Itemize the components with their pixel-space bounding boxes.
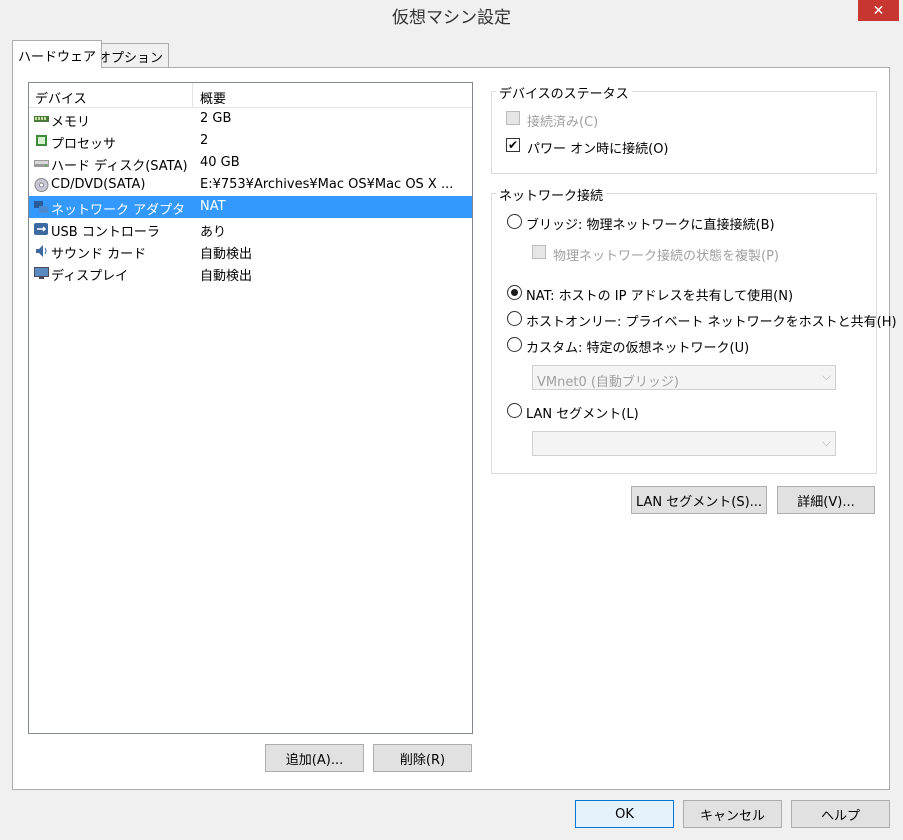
close-icon: ✕: [872, 2, 885, 19]
device-row-usb[interactable]: USB コントローラ あり: [29, 218, 472, 240]
custom-network-select[interactable]: VMnet0 (自動ブリッジ) ⌵: [532, 365, 836, 390]
display-icon: [34, 267, 49, 279]
device-summary: E:¥753¥Archives¥Mac OS¥Mac OS X ...: [200, 177, 454, 192]
bridge-radio[interactable]: [507, 214, 522, 229]
connect-at-power-on-label: パワー オン時に接続(O): [527, 142, 669, 157]
device-summary: 2 GB: [200, 111, 232, 126]
custom-network-value: VMnet0 (自動ブリッジ): [537, 375, 679, 390]
custom-label: カスタム: 特定の仮想ネットワーク(U): [526, 341, 750, 356]
device-list[interactable]: デバイス 概要 メモリ 2 GB プロセッサ 2 ハード ディスク(SATA) …: [28, 82, 473, 734]
nat-label: NAT: ホストの IP アドレスを共有して使用(N): [526, 289, 794, 304]
bridge-label: ブリッジ: 物理ネットワークに直接接続(B): [526, 218, 775, 233]
connected-label: 接続済み(C): [527, 115, 599, 130]
nat-radio[interactable]: [507, 285, 522, 300]
check-mark-icon: ✔: [507, 138, 519, 152]
connect-at-power-on-checkbox[interactable]: ✔: [506, 138, 520, 152]
device-summary: 自動検出: [200, 269, 253, 284]
connected-checkbox[interactable]: [506, 111, 520, 125]
host-only-label: ホストオンリー: プライベート ネットワークをホストと共有(H): [526, 315, 897, 330]
device-name: CD/DVD(SATA): [51, 177, 146, 192]
device-name: ディスプレイ: [51, 269, 129, 284]
memory-icon: [34, 116, 49, 122]
device-row-network-adapter[interactable]: ネットワーク アダプタ NAT: [29, 196, 472, 218]
network-connection-title: ネットワーク接続: [496, 185, 607, 204]
lan-segment-label: LAN セグメント(L): [526, 407, 639, 422]
device-summary: 40 GB: [200, 155, 240, 170]
device-name: ハード ディスク(SATA): [51, 159, 188, 174]
hard-disk-icon: [34, 160, 49, 167]
sound-card-icon: [36, 245, 47, 257]
help-button[interactable]: ヘルプ: [791, 800, 890, 828]
tab-hardware[interactable]: ハードウェア: [12, 40, 103, 68]
column-separator: [192, 83, 193, 108]
advanced-button[interactable]: 詳細(V)...: [777, 486, 875, 514]
usb-icon: [34, 223, 48, 235]
close-button[interactable]: ✕: [858, 0, 899, 21]
device-name: プロセッサ: [51, 137, 117, 152]
device-name: メモリ: [51, 115, 91, 130]
column-header-summary[interactable]: 概要: [200, 88, 226, 107]
lan-segment-select[interactable]: ⌵: [532, 431, 836, 456]
tab-options[interactable]: オプション: [92, 43, 170, 67]
device-summary: あり: [200, 225, 227, 240]
device-status-group: [491, 91, 877, 174]
window-title: 仮想マシン設定: [392, 8, 511, 28]
device-row-memory[interactable]: メモリ 2 GB: [29, 108, 472, 130]
device-name: サウンド カード: [51, 247, 147, 262]
device-row-processor[interactable]: プロセッサ 2: [29, 130, 472, 152]
custom-radio[interactable]: [507, 337, 522, 352]
device-summary: NAT: [200, 199, 226, 214]
device-list-header: デバイス 概要: [29, 83, 472, 108]
lan-segments-button[interactable]: LAN セグメント(S)...: [631, 486, 767, 514]
device-row-sound-card[interactable]: サウンド カード 自動検出: [29, 240, 472, 262]
chevron-down-icon: ⌵: [821, 435, 831, 449]
device-name: USB コントローラ: [51, 225, 160, 240]
device-summary: 2: [200, 133, 209, 148]
replicate-state-checkbox[interactable]: [532, 245, 546, 259]
cancel-button[interactable]: キャンセル: [683, 800, 782, 828]
lan-segment-radio[interactable]: [507, 403, 522, 418]
chevron-down-icon: ⌵: [821, 369, 831, 383]
replicate-state-label: 物理ネットワーク接続の状態を複製(P): [553, 249, 779, 264]
device-status-title: デバイスのステータス: [496, 83, 632, 102]
device-row-hard-disk[interactable]: ハード ディスク(SATA) 40 GB: [29, 152, 472, 174]
device-name: ネットワーク アダプタ: [51, 203, 186, 218]
title-bar: 仮想マシン設定 ✕: [0, 0, 903, 30]
column-header-device[interactable]: デバイス: [35, 88, 87, 107]
cd-dvd-icon: [34, 178, 49, 192]
processor-icon: [36, 135, 47, 146]
add-button[interactable]: 追加(A)...: [265, 744, 364, 772]
device-row-cd-dvd[interactable]: CD/DVD(SATA) E:¥753¥Archives¥Mac OS¥Mac …: [29, 174, 472, 196]
host-only-radio[interactable]: [507, 311, 522, 326]
hardware-panel: デバイス 概要 メモリ 2 GB プロセッサ 2 ハード ディスク(SATA) …: [12, 67, 897, 790]
device-summary: 自動検出: [200, 247, 253, 262]
ok-button[interactable]: OK: [575, 800, 674, 828]
network-adapter-icon: [34, 201, 48, 213]
device-row-display[interactable]: ディスプレイ 自動検出: [29, 262, 472, 284]
remove-button[interactable]: 削除(R): [373, 744, 472, 772]
